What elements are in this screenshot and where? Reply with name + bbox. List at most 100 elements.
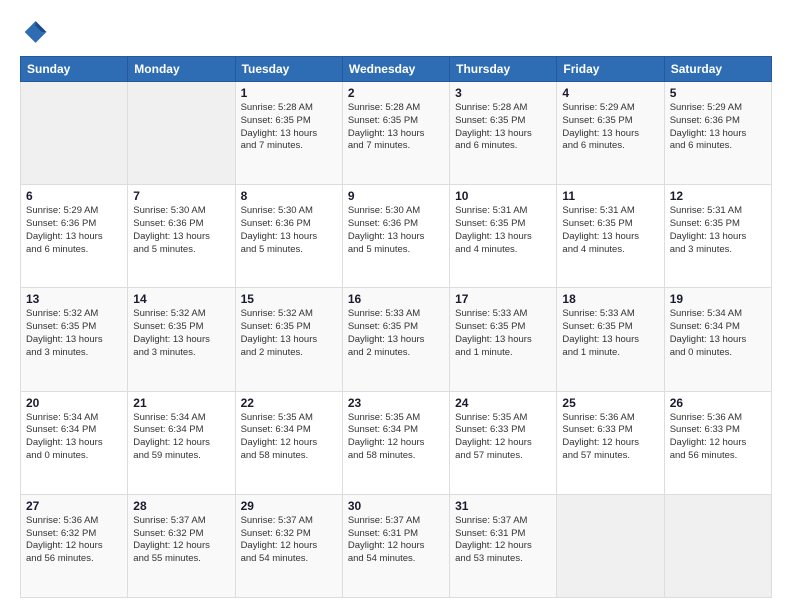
calendar-cell: 5 Sunrise: 5:29 AM Sunset: 6:36 PM Daylig… — [664, 82, 771, 185]
calendar-cell: 21Sunrise: 5:34 AM Sunset: 6:34 PM Dayli… — [128, 391, 235, 494]
calendar-cell — [664, 494, 771, 597]
day-info: Sunrise: 5:36 AM Sunset: 6:33 PM Dayligh… — [562, 412, 658, 463]
weekday-monday: Monday — [128, 57, 235, 82]
day-info: Sunrise: 5:31 AM Sunset: 6:35 PM Dayligh… — [455, 205, 551, 256]
day-info: Sunrise: 5:36 AM Sunset: 6:32 PM Dayligh… — [26, 515, 122, 566]
day-number: 1 — [241, 86, 337, 100]
day-number: 19 — [670, 292, 766, 306]
day-info: Sunrise: 5:35 AM Sunset: 6:34 PM Dayligh… — [241, 412, 337, 463]
day-info: Sunrise: 5:30 AM Sunset: 6:36 PM Dayligh… — [348, 205, 444, 256]
header — [20, 18, 772, 46]
day-info: Sunrise: 5:30 AM Sunset: 6:36 PM Dayligh… — [241, 205, 337, 256]
day-info: Sunrise: 5:36 AM Sunset: 6:33 PM Dayligh… — [670, 412, 766, 463]
day-info: Sunrise: 5:33 AM Sunset: 6:35 PM Dayligh… — [455, 308, 551, 359]
calendar-cell: 23 Sunrise: 5:35 AM Sunset: 6:34 PM Dayli… — [342, 391, 449, 494]
calendar-cell — [557, 494, 664, 597]
day-number: 20 — [26, 396, 122, 410]
calendar-cell: 12Sunrise: 5:31 AM Sunset: 6:35 PM Dayli… — [664, 185, 771, 288]
day-number: 29 — [241, 499, 337, 513]
calendar-cell: 3 Sunrise: 5:28 AM Sunset: 6:35 PM Daylig… — [450, 82, 557, 185]
calendar-cell: 25 Sunrise: 5:36 AM Sunset: 6:33 PM Dayli… — [557, 391, 664, 494]
calendar-cell: 29Sunrise: 5:37 AM Sunset: 6:32 PM Dayli… — [235, 494, 342, 597]
day-number: 4 — [562, 86, 658, 100]
calendar-cell: 22 Sunrise: 5:35 AM Sunset: 6:34 PM Dayli… — [235, 391, 342, 494]
day-number: 13 — [26, 292, 122, 306]
calendar-week-2: 13 Sunrise: 5:32 AM Sunset: 6:35 PM Dayli… — [21, 288, 772, 391]
weekday-header-row: SundayMondayTuesdayWednesdayThursdayFrid… — [21, 57, 772, 82]
day-number: 21 — [133, 396, 229, 410]
day-info: Sunrise: 5:31 AM Sunset: 6:35 PM Dayligh… — [562, 205, 658, 256]
day-number: 23 — [348, 396, 444, 410]
day-info: Sunrise: 5:35 AM Sunset: 6:33 PM Dayligh… — [455, 412, 551, 463]
day-number: 9 — [348, 189, 444, 203]
calendar-cell: 6 Sunrise: 5:29 AM Sunset: 6:36 PM Daylig… — [21, 185, 128, 288]
day-info: Sunrise: 5:28 AM Sunset: 6:35 PM Dayligh… — [348, 102, 444, 153]
calendar-cell: 4 Sunrise: 5:29 AM Sunset: 6:35 PM Daylig… — [557, 82, 664, 185]
weekday-friday: Friday — [557, 57, 664, 82]
calendar-cell: 24 Sunrise: 5:35 AM Sunset: 6:33 PM Dayli… — [450, 391, 557, 494]
day-number: 16 — [348, 292, 444, 306]
day-number: 7 — [133, 189, 229, 203]
weekday-saturday: Saturday — [664, 57, 771, 82]
calendar-cell: 20Sunrise: 5:34 AM Sunset: 6:34 PM Dayli… — [21, 391, 128, 494]
day-info: Sunrise: 5:29 AM Sunset: 6:36 PM Dayligh… — [670, 102, 766, 153]
calendar-cell: 7Sunrise: 5:30 AM Sunset: 6:36 PM Daylig… — [128, 185, 235, 288]
day-number: 3 — [455, 86, 551, 100]
logo-icon — [20, 18, 48, 46]
calendar-cell: 2Sunrise: 5:28 AM Sunset: 6:35 PM Daylig… — [342, 82, 449, 185]
calendar-body: 1 Sunrise: 5:28 AM Sunset: 6:35 PM Daylig… — [21, 82, 772, 598]
day-number: 10 — [455, 189, 551, 203]
calendar-cell: 1Sunrise: 5:28 AM Sunset: 6:35 PM Daylig… — [235, 82, 342, 185]
calendar-cell: 10 Sunrise: 5:31 AM Sunset: 6:35 PM Dayli… — [450, 185, 557, 288]
calendar-table: SundayMondayTuesdayWednesdayThursdayFrid… — [20, 56, 772, 598]
calendar-cell: 15Sunrise: 5:32 AM Sunset: 6:35 PM Dayli… — [235, 288, 342, 391]
day-info: Sunrise: 5:29 AM Sunset: 6:35 PM Dayligh… — [562, 102, 658, 153]
day-info: Sunrise: 5:34 AM Sunset: 6:34 PM Dayligh… — [670, 308, 766, 359]
day-number: 14 — [133, 292, 229, 306]
calendar-cell: 8 Sunrise: 5:30 AM Sunset: 6:36 PM Daylig… — [235, 185, 342, 288]
logo — [20, 18, 52, 46]
day-number: 6 — [26, 189, 122, 203]
calendar-cell: 13Sunrise: 5:32 AM Sunset: 6:35 PM Dayli… — [21, 288, 128, 391]
calendar-week-0: 1 Sunrise: 5:28 AM Sunset: 6:35 PM Daylig… — [21, 82, 772, 185]
weekday-sunday: Sunday — [21, 57, 128, 82]
calendar-cell: 9 Sunrise: 5:30 AM Sunset: 6:36 PM Daylig… — [342, 185, 449, 288]
calendar-week-4: 27 Sunrise: 5:36 AM Sunset: 6:32 PM Dayli… — [21, 494, 772, 597]
day-info: Sunrise: 5:37 AM Sunset: 6:31 PM Dayligh… — [348, 515, 444, 566]
day-number: 5 — [670, 86, 766, 100]
calendar-cell: 18 Sunrise: 5:33 AM Sunset: 6:35 PM Dayli… — [557, 288, 664, 391]
day-number: 11 — [562, 189, 658, 203]
day-info: Sunrise: 5:35 AM Sunset: 6:34 PM Dayligh… — [348, 412, 444, 463]
day-info: Sunrise: 5:32 AM Sunset: 6:35 PM Dayligh… — [133, 308, 229, 359]
calendar-cell — [128, 82, 235, 185]
day-number: 8 — [241, 189, 337, 203]
calendar-cell — [21, 82, 128, 185]
calendar-cell: 19 Sunrise: 5:34 AM Sunset: 6:34 PM Dayli… — [664, 288, 771, 391]
day-info: Sunrise: 5:37 AM Sunset: 6:31 PM Dayligh… — [455, 515, 551, 566]
day-number: 17 — [455, 292, 551, 306]
day-info: Sunrise: 5:32 AM Sunset: 6:35 PM Dayligh… — [241, 308, 337, 359]
day-number: 12 — [670, 189, 766, 203]
day-number: 27 — [26, 499, 122, 513]
day-number: 18 — [562, 292, 658, 306]
day-info: Sunrise: 5:29 AM Sunset: 6:36 PM Dayligh… — [26, 205, 122, 256]
calendar-cell: 30 Sunrise: 5:37 AM Sunset: 6:31 PM Dayli… — [342, 494, 449, 597]
calendar-cell: 26 Sunrise: 5:36 AM Sunset: 6:33 PM Dayli… — [664, 391, 771, 494]
calendar-cell: 17 Sunrise: 5:33 AM Sunset: 6:35 PM Dayli… — [450, 288, 557, 391]
weekday-thursday: Thursday — [450, 57, 557, 82]
day-number: 22 — [241, 396, 337, 410]
day-number: 26 — [670, 396, 766, 410]
weekday-wednesday: Wednesday — [342, 57, 449, 82]
day-number: 30 — [348, 499, 444, 513]
day-info: Sunrise: 5:33 AM Sunset: 6:35 PM Dayligh… — [562, 308, 658, 359]
calendar-week-3: 20Sunrise: 5:34 AM Sunset: 6:34 PM Dayli… — [21, 391, 772, 494]
day-number: 25 — [562, 396, 658, 410]
calendar-cell: 27 Sunrise: 5:36 AM Sunset: 6:32 PM Dayli… — [21, 494, 128, 597]
day-info: Sunrise: 5:37 AM Sunset: 6:32 PM Dayligh… — [133, 515, 229, 566]
day-info: Sunrise: 5:33 AM Sunset: 6:35 PM Dayligh… — [348, 308, 444, 359]
day-info: Sunrise: 5:28 AM Sunset: 6:35 PM Dayligh… — [455, 102, 551, 153]
day-number: 24 — [455, 396, 551, 410]
calendar-week-1: 6 Sunrise: 5:29 AM Sunset: 6:36 PM Daylig… — [21, 185, 772, 288]
calendar-cell: 16 Sunrise: 5:33 AM Sunset: 6:35 PM Dayli… — [342, 288, 449, 391]
day-number: 31 — [455, 499, 551, 513]
